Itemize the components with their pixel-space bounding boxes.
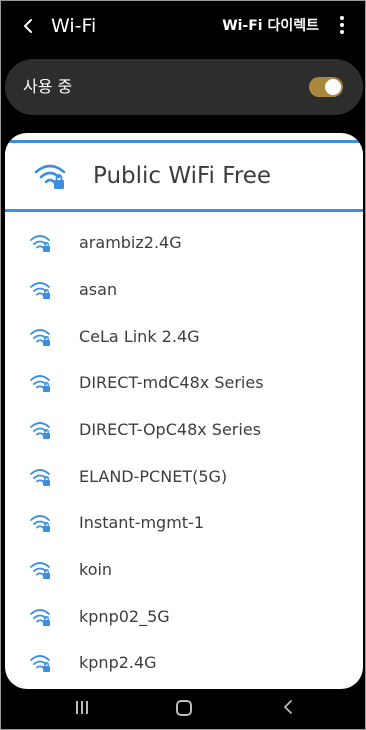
network-item[interactable]: Instant-mgmt-1 xyxy=(5,500,363,546)
switch-knob xyxy=(325,79,341,95)
home-button[interactable] xyxy=(176,700,192,716)
network-name: kpnp2.4G xyxy=(79,653,157,672)
wifi-lock-icon xyxy=(30,329,50,346)
wifi-switch[interactable] xyxy=(309,77,343,97)
wifi-lock-icon xyxy=(30,515,50,532)
wifi-lock-icon xyxy=(30,235,50,252)
back-button[interactable] xyxy=(17,13,41,39)
wifi-lock-icon xyxy=(30,282,50,299)
network-item[interactable]: DIRECT-mdC48x Series xyxy=(5,360,363,406)
network-item[interactable]: asan xyxy=(5,267,363,313)
phone-screen: Wi-Fi Wi-Fi 다이렉트 사용 중 Public WiFi Free a… xyxy=(0,0,366,730)
network-item[interactable]: kpnp02_5G xyxy=(5,594,363,640)
wifi-direct-button[interactable]: Wi-Fi 다이렉트 xyxy=(222,15,319,37)
network-item[interactable]: arambiz2.4G xyxy=(5,220,363,266)
network-name: kpnp02_5G xyxy=(79,607,170,626)
wifi-lock-icon xyxy=(30,655,50,672)
network-name: arambiz2.4G xyxy=(79,233,182,252)
network-name: ELAND-PCNET(5G) xyxy=(79,467,228,486)
network-item[interactable]: koin xyxy=(5,547,363,593)
wifi-lock-icon xyxy=(30,375,50,392)
network-item[interactable]: kpnp2.4G xyxy=(5,640,363,686)
more-options-button[interactable] xyxy=(335,13,349,39)
network-item-public-wifi-free[interactable]: Public WiFi Free xyxy=(5,140,363,212)
wifi-lock-icon xyxy=(30,469,50,486)
network-item[interactable]: ELAND-PCNET(5G) xyxy=(5,454,363,500)
network-name: Public WiFi Free xyxy=(93,163,272,189)
chevron-left-icon xyxy=(24,19,32,33)
system-nav-bar xyxy=(1,689,365,729)
network-name: CeLa Link 2.4G xyxy=(79,327,200,346)
network-name: asan xyxy=(79,280,118,299)
network-name: DIRECT-mdC48x Series xyxy=(79,373,264,392)
wifi-lock-icon xyxy=(30,609,50,626)
network-name: koin xyxy=(79,560,113,579)
wifi-lock-icon xyxy=(30,422,50,439)
network-item[interactable]: CeLa Link 2.4G xyxy=(5,314,363,360)
network-list: Public WiFi Free arambiz2.4G asan CeLa L… xyxy=(5,133,363,689)
recents-button[interactable] xyxy=(75,701,89,715)
network-name: DIRECT-OpC48x Series xyxy=(79,420,261,439)
back-icon xyxy=(284,700,292,714)
network-item[interactable]: DIRECT-OpC48x Series xyxy=(5,407,363,453)
wifi-lock-icon xyxy=(30,562,50,579)
wifi-toggle-row[interactable]: 사용 중 xyxy=(5,59,363,115)
wifi-lock-icon xyxy=(34,164,66,189)
network-name: Instant-mgmt-1 xyxy=(79,513,205,532)
more-vertical-icon xyxy=(335,16,349,34)
nav-back-button[interactable] xyxy=(281,697,295,722)
wifi-toggle-label: 사용 중 xyxy=(23,77,73,96)
page-title: Wi-Fi xyxy=(51,15,97,37)
top-app-bar: Wi-Fi Wi-Fi 다이렉트 xyxy=(1,1,365,51)
